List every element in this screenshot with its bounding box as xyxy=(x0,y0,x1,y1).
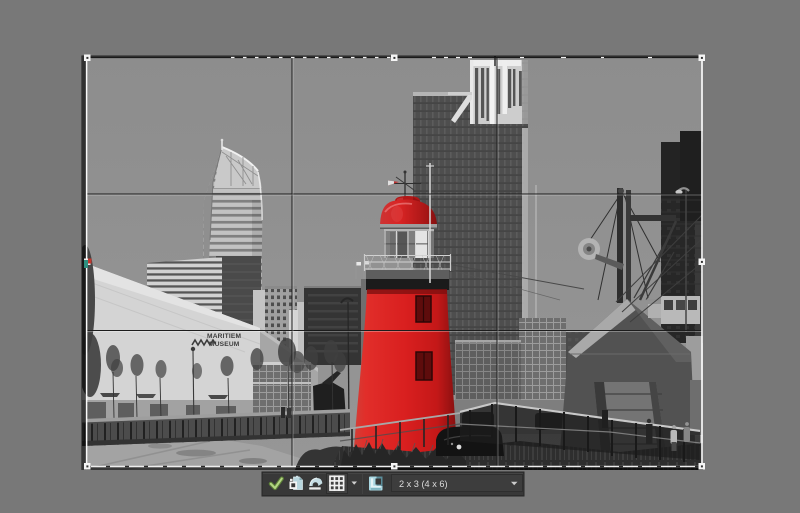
svg-text:MUSEUM: MUSEUM xyxy=(209,341,240,348)
svg-text:2 x 3 (4 x 6): 2 x 3 (4 x 6) xyxy=(399,479,448,489)
svg-text:MARITIEM: MARITIEM xyxy=(207,333,242,340)
